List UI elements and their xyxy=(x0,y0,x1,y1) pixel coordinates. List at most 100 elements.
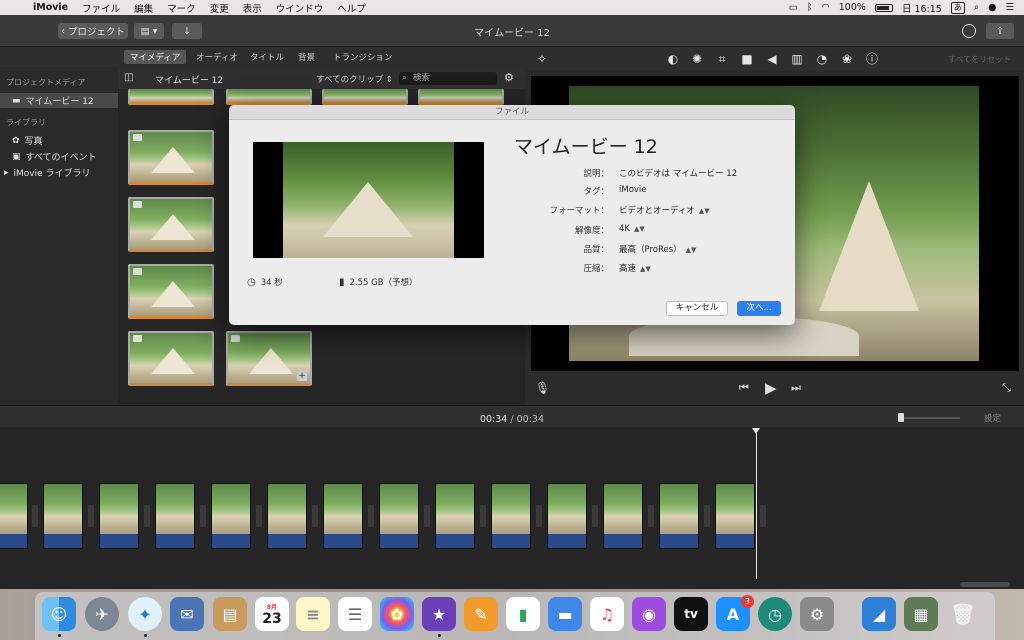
stabilization-camera-icon[interactable]: ■ xyxy=(740,52,754,66)
bluetooth-icon[interactable]: ᛒ xyxy=(807,2,813,13)
volume-icon[interactable]: ◀ xyxy=(765,52,779,66)
user-avatar-icon[interactable]: ● xyxy=(988,2,996,13)
next-button[interactable]: 次へ... xyxy=(737,301,781,316)
record-circle-icon[interactable] xyxy=(962,24,976,38)
timeline-clip[interactable] xyxy=(0,483,28,549)
info-icon[interactable]: ⓘ xyxy=(865,52,879,66)
crop-icon[interactable]: ⌗ xyxy=(715,52,729,66)
skip-forward-icon[interactable]: ⏭ xyxy=(791,381,801,395)
launchpad-icon[interactable]: ✈ xyxy=(85,597,119,631)
battery-icon[interactable] xyxy=(874,3,893,12)
apple-tv-icon[interactable]: tv xyxy=(674,597,708,631)
transition-marker[interactable] xyxy=(312,505,318,527)
media-clip[interactable] xyxy=(128,89,214,105)
menu-help[interactable]: ヘルプ xyxy=(330,1,373,15)
cancel-button[interactable]: キャンセル xyxy=(666,301,728,316)
notes-icon[interactable]: ≡ xyxy=(296,597,330,631)
transition-marker[interactable] xyxy=(424,505,430,527)
mail-icon[interactable]: ✉ xyxy=(170,597,204,631)
color-balance-icon[interactable]: ◐ xyxy=(666,52,680,66)
compression-select[interactable]: 高速 ▲▼ xyxy=(619,262,651,274)
quality-select[interactable]: 最高（ProRes） ▲▼ xyxy=(619,243,696,255)
transition-marker[interactable] xyxy=(144,505,150,527)
microphone-icon[interactable]: 🎙 xyxy=(535,381,550,395)
tab-titles[interactable]: タイトル xyxy=(244,50,290,64)
clip-filter-icon[interactable]: ❀ xyxy=(840,52,854,66)
disclosure-triangle-icon[interactable]: ▸ xyxy=(4,168,9,178)
resolution-select[interactable]: 4K ▲▼ xyxy=(619,224,645,234)
input-method-icon[interactable]: あ xyxy=(950,1,965,14)
fullscreen-icon[interactable]: ⤡ xyxy=(1002,381,1011,395)
reminders-icon[interactable]: ☰ xyxy=(338,597,372,631)
timeline-scrollbar[interactable] xyxy=(960,582,1010,587)
system-preferences-icon[interactable]: ⚙ xyxy=(800,597,834,631)
finder-icon[interactable]: ☺ xyxy=(42,597,76,631)
menu-clock[interactable]: 日 16:15 xyxy=(902,1,942,15)
tab-backgrounds[interactable]: 背景 xyxy=(292,50,321,64)
timeline-clip[interactable] xyxy=(323,483,363,549)
music-icon[interactable]: ♫ xyxy=(590,597,624,631)
trash-icon[interactable]: 🗑 xyxy=(946,597,980,631)
spotlight-search-icon[interactable]: ⌕ xyxy=(974,2,979,13)
play-icon[interactable]: ▶ xyxy=(765,379,777,397)
transition-marker[interactable] xyxy=(480,505,486,527)
sidebar-item-imovie-library[interactable]: ▸ iMovie ライブラリ xyxy=(0,165,118,180)
tags-field[interactable]: iMovie xyxy=(619,185,647,195)
sidebar-item-project[interactable]: ▬ マイムービー 12 xyxy=(0,93,118,108)
timeline-settings-button[interactable]: 設定 xyxy=(984,412,1001,424)
menu-mark[interactable]: マーク xyxy=(160,1,203,15)
timeline-clip[interactable] xyxy=(659,483,699,549)
photos-app-icon[interactable]: ✿ xyxy=(380,597,414,631)
speed-gauge-icon[interactable]: ◔ xyxy=(815,52,829,66)
transition-marker[interactable] xyxy=(200,505,206,527)
affinity-designer-icon[interactable]: ◢ xyxy=(862,597,896,631)
zoom-slider[interactable] xyxy=(898,413,960,422)
export-title-field[interactable]: マイムービー 12 xyxy=(514,132,658,159)
media-clip[interactable] xyxy=(418,89,504,105)
sidebar-toggle-icon[interactable]: ◫ xyxy=(124,72,133,83)
media-clip[interactable] xyxy=(322,89,408,105)
timeline-clip[interactable] xyxy=(99,483,139,549)
transition-marker[interactable] xyxy=(32,505,38,527)
transition-marker[interactable] xyxy=(256,505,262,527)
search-input[interactable]: ⌕ 検索 xyxy=(399,72,497,85)
airplay-icon[interactable]: ▭ xyxy=(789,2,798,13)
wifi-icon[interactable]: ◠ xyxy=(821,2,829,13)
media-clip[interactable] xyxy=(128,331,214,386)
timeline-clip[interactable] xyxy=(43,483,83,549)
media-clip[interactable] xyxy=(128,130,214,185)
transition-marker[interactable] xyxy=(648,505,654,527)
tab-audio[interactable]: オーディオ xyxy=(190,50,244,64)
sidebar-item-all-events[interactable]: ▣ すべてのイベント xyxy=(0,149,118,164)
timeline-clip[interactable] xyxy=(603,483,643,549)
timeline-clip[interactable] xyxy=(155,483,195,549)
menu-app-name[interactable]: iMovie xyxy=(26,2,75,13)
timeline-clip[interactable] xyxy=(211,483,251,549)
timeline-clip[interactable] xyxy=(267,483,307,549)
zoom-slider-knob[interactable] xyxy=(898,413,904,422)
downloads-stack-icon[interactable]: ▦ xyxy=(904,597,938,631)
menu-view[interactable]: 表示 xyxy=(236,1,269,15)
contacts-icon[interactable]: ▤ xyxy=(213,597,247,631)
magic-wand-icon[interactable]: ✧ xyxy=(535,52,549,66)
safari-icon[interactable]: ✦ xyxy=(128,597,162,631)
media-clip[interactable] xyxy=(128,197,214,252)
reset-all-button[interactable]: すべてをリセット xyxy=(948,54,1011,65)
media-clip[interactable] xyxy=(128,264,214,319)
skip-back-icon[interactable]: ⏮ xyxy=(739,381,749,395)
transition-marker[interactable] xyxy=(368,505,374,527)
menu-window[interactable]: ウインドウ xyxy=(269,1,331,15)
color-palette-icon[interactable]: ✺ xyxy=(690,52,704,66)
timeline-clip[interactable] xyxy=(491,483,531,549)
equalizer-icon[interactable]: ▥ xyxy=(790,52,804,66)
sidebar-item-photos[interactable]: ✿ 写真 xyxy=(0,133,118,148)
control-center-icon[interactable]: ☰ xyxy=(1005,2,1014,13)
menu-edit[interactable]: 編集 xyxy=(127,1,160,15)
add-clip-plus-icon[interactable]: + xyxy=(297,371,307,381)
transition-marker[interactable] xyxy=(760,505,766,527)
timeline-clip[interactable] xyxy=(379,483,419,549)
time-machine-icon[interactable]: ◷ xyxy=(758,597,792,631)
imovie-icon[interactable]: ★ xyxy=(422,597,456,631)
share-button[interactable]: ⇪ xyxy=(986,23,1014,39)
transition-marker[interactable] xyxy=(704,505,710,527)
